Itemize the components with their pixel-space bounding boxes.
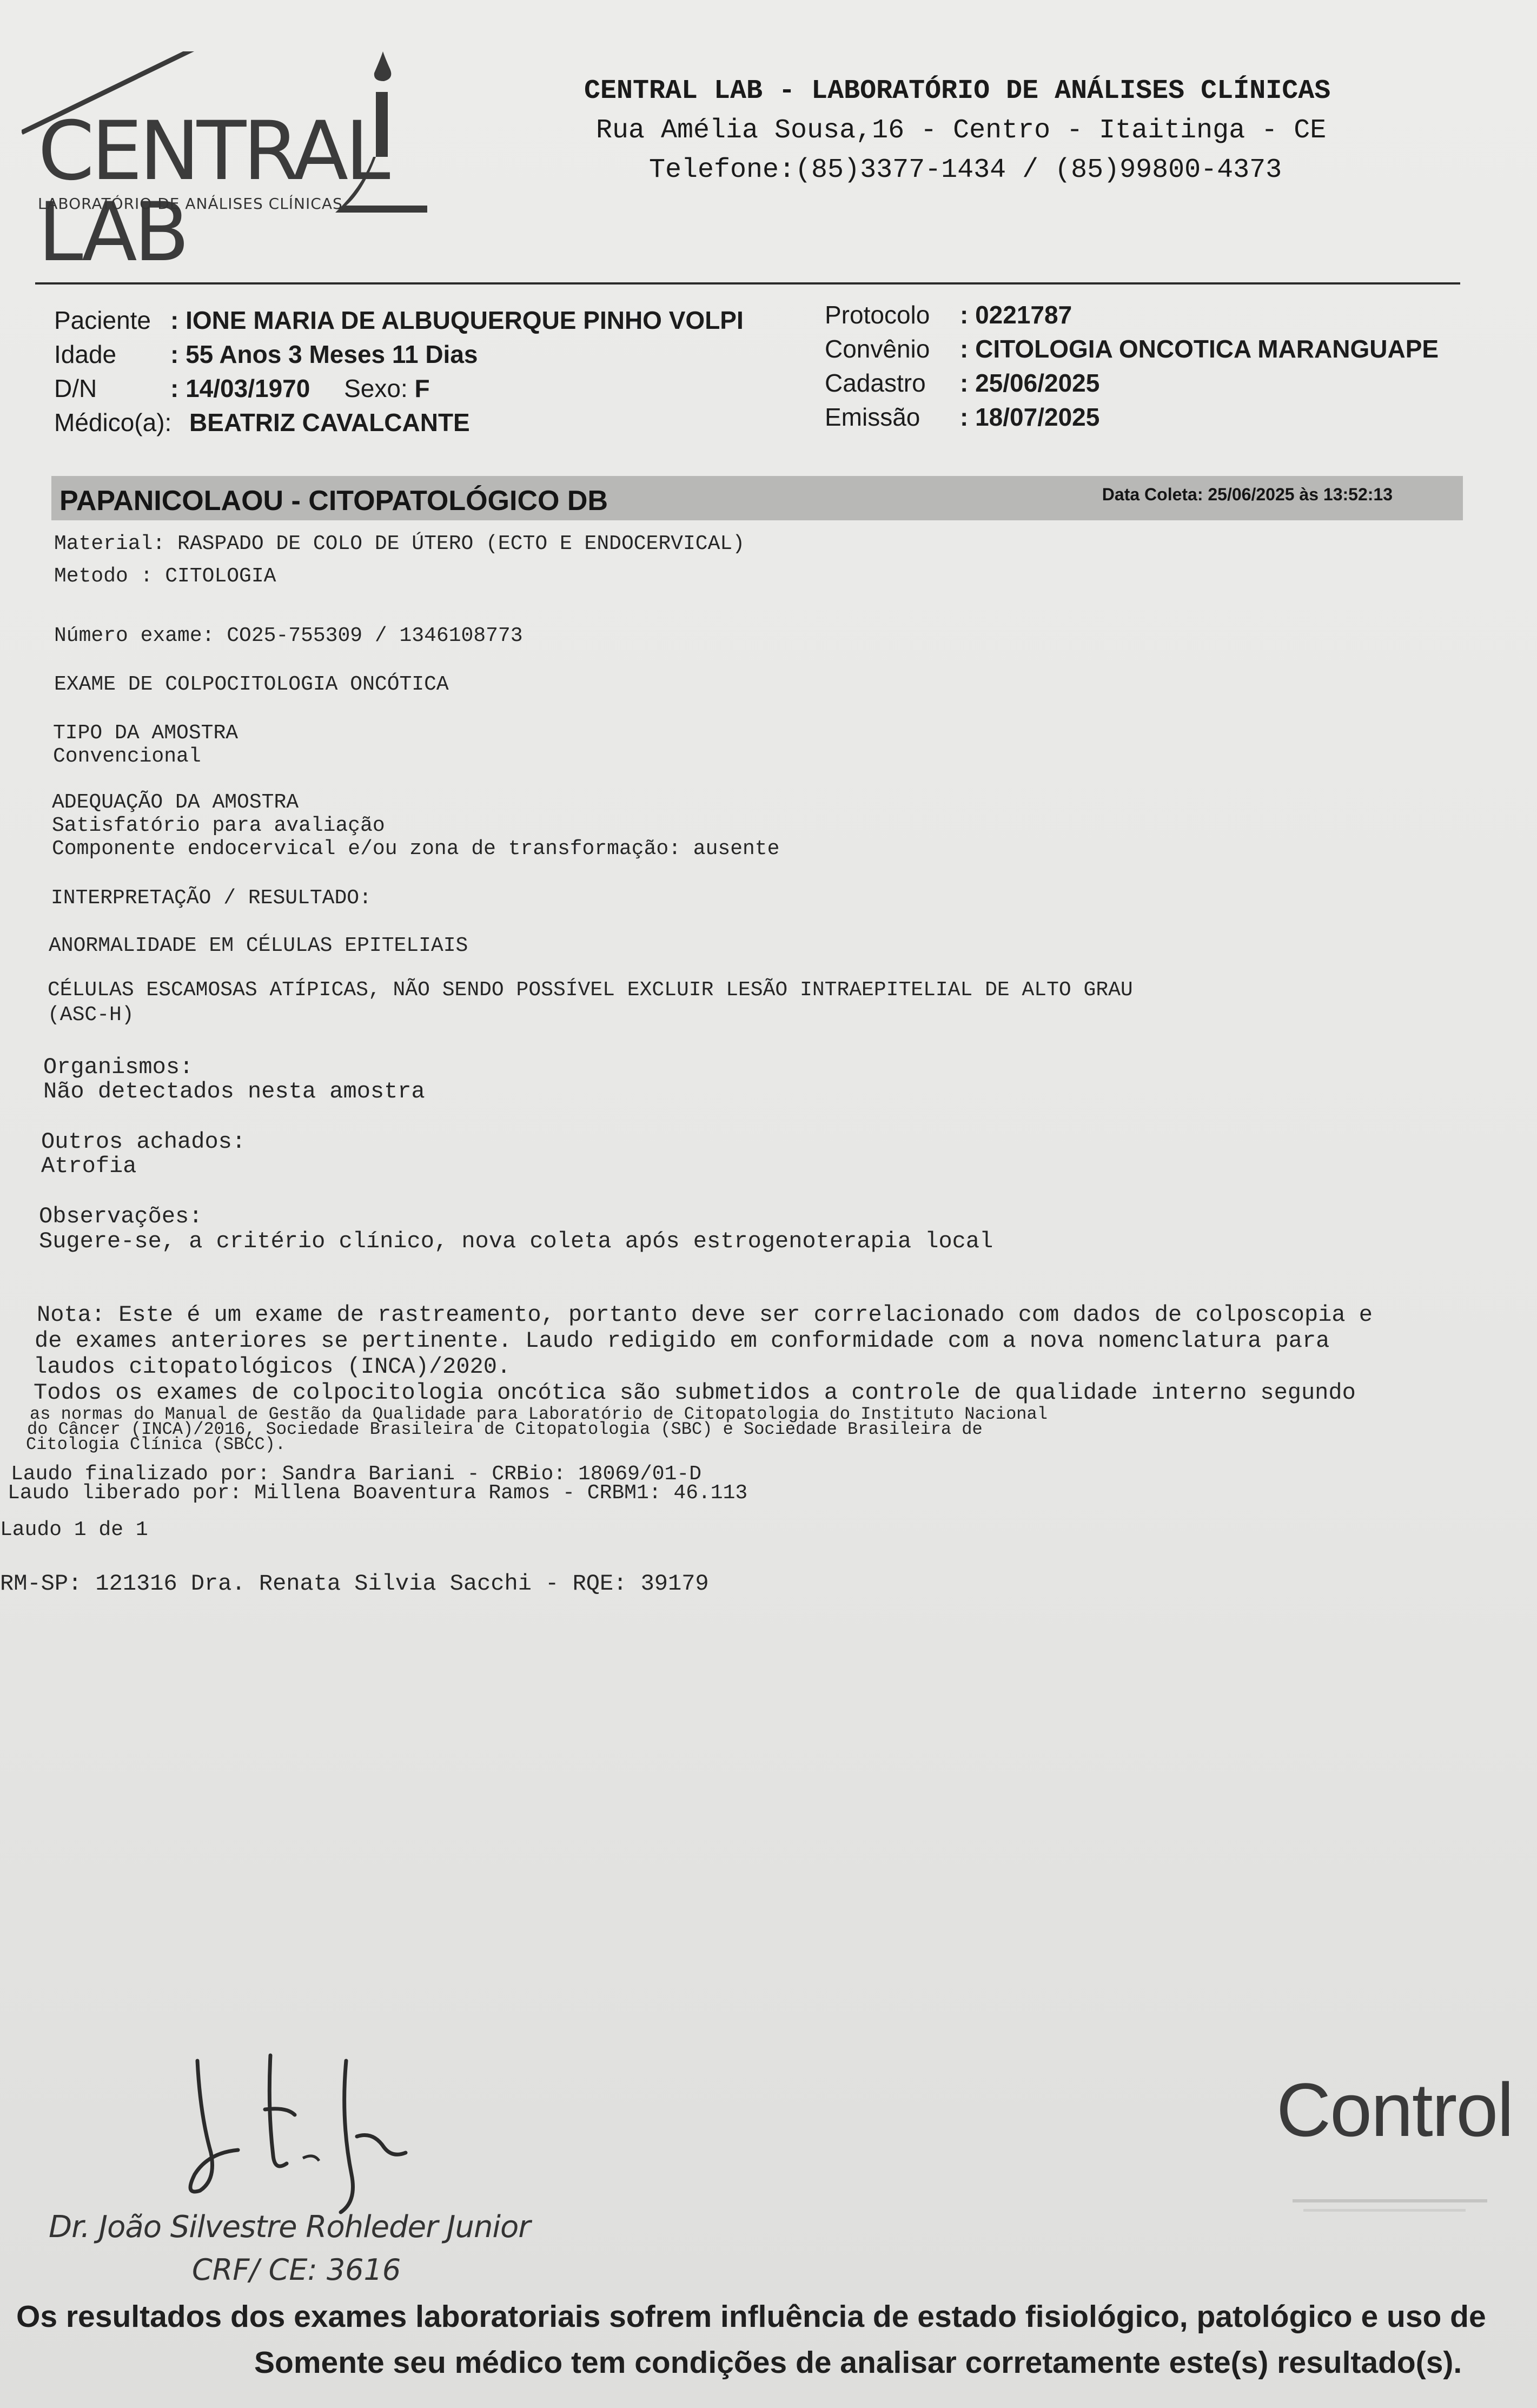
adequacao-2: Componente endocervical e/ou zona de tra… xyxy=(52,837,780,861)
sexo-value: F xyxy=(414,374,430,402)
central-lab-logo: CENTRAL LAB LABORATÓRIO DE ANÁLISES CLÍN… xyxy=(22,51,530,273)
lab-header-info: CENTRAL LAB - LABORATÓRIO DE ANÁLISES CL… xyxy=(584,76,1503,186)
nota-line-1: Nota: Este é um exame de rastreamento, p… xyxy=(37,1302,1373,1328)
nota-line-4: Todos os exames de colpocitologia oncóti… xyxy=(34,1380,1356,1406)
tipo-label: TIPO DA AMOSTRA xyxy=(53,722,239,745)
dn-label: D/N xyxy=(54,374,97,402)
emissao-value: : 18/07/2025 xyxy=(960,403,1100,431)
header-divider xyxy=(35,282,1460,285)
celulas-line-1: CÉLULAS ESCAMOSAS ATÍPICAS, NÃO SENDO PO… xyxy=(48,978,1133,1002)
interpretacao-label: INTERPRETAÇÃO / RESULTADO: xyxy=(51,887,372,910)
nota-line-2: de exames anteriores se pertinente. Laud… xyxy=(35,1328,1330,1354)
material-line: Material: RASPADO DE COLO DE ÚTERO (ECTO… xyxy=(54,532,745,555)
metodo-line: Metodo : CITOLOGIA xyxy=(54,565,276,588)
idade-label: Idade xyxy=(54,340,117,368)
exame-nome: EXAME DE COLPOCITOLOGIA ONCÓTICA xyxy=(54,673,449,696)
laudo-liberado: Laudo liberado por: Millena Boaventura R… xyxy=(8,1481,748,1505)
medico-value: BEATRIZ CAVALCANTE xyxy=(189,408,470,436)
sexo-label: Sexo: xyxy=(344,374,408,402)
nota-line-7: Citologia Clínica (SBCC). xyxy=(26,1434,286,1454)
signature-crf: CRF/ CE: 3616 xyxy=(192,2253,401,2287)
celulas-line-2: (ASC-H) xyxy=(48,1003,134,1027)
exam-title-band: PAPANICOLAOU - CITOPATOLÓGICO DB Data Co… xyxy=(51,476,1463,520)
lab-phone: Telefone:(85)3377-1434 / (85)99800-4373 xyxy=(649,155,1282,186)
outros-value: Atrofia xyxy=(41,1153,137,1179)
cadastro-label: Cadastro xyxy=(825,369,926,397)
control-logo: Control xyxy=(1276,2067,1514,2152)
data-coleta: Data Coleta: 25/06/2025 às 13:52:13 xyxy=(1102,485,1393,504)
numero-exame: Número exame: CO25-755309 / 1346108773 xyxy=(54,624,523,647)
disclaimer-line-1: Os resultados dos exames laboratoriais s… xyxy=(16,2299,1486,2334)
logo-subtitle: LABORATÓRIO DE ANÁLISES CLÍNICAS xyxy=(38,195,343,213)
nota-line-3: laudos citopatológicos (INCA)/2020. xyxy=(34,1354,511,1380)
observacoes-label: Observações: xyxy=(39,1203,203,1229)
paciente-value: : IONE MARIA DE ALBUQUERQUE PINHO VOLPI xyxy=(170,306,744,334)
emissao-label: Emissão xyxy=(825,403,920,431)
lab-address: Rua Amélia Sousa,16 - Centro - Itaitinga… xyxy=(596,115,1327,146)
report-page: CENTRAL LAB LABORATÓRIO DE ANÁLISES CLÍN… xyxy=(0,0,1537,2408)
control-logo-fineprint xyxy=(1293,2199,1487,2212)
dn-value: : 14/03/1970 xyxy=(170,374,310,402)
cadastro-value: : 25/06/2025 xyxy=(960,369,1100,397)
idade-value: : 55 Anos 3 Meses 11 Dias xyxy=(170,340,478,368)
observacoes-value: Sugere-se, a critério clínico, nova cole… xyxy=(39,1228,993,1254)
adequacao-1: Satisfatório para avaliação xyxy=(52,814,385,837)
laudo-pagina: Laudo 1 de 1 xyxy=(0,1518,148,1542)
logo-wordmark: CENTRAL LAB xyxy=(38,104,390,280)
exam-title: PAPANICOLAOU - CITOPATOLÓGICO DB xyxy=(59,485,608,517)
signature-name: Dr. João Silvestre Rohleder Junior xyxy=(49,2209,531,2245)
convenio-label: Convênio xyxy=(825,335,930,363)
lab-name: CENTRAL LAB - LABORATÓRIO DE ANÁLISES CL… xyxy=(584,76,1331,107)
crm-line: RM-SP: 121316 Dra. Renata Silvia Sacchi … xyxy=(0,1571,709,1597)
disclaimer-line-2: Somente seu médico tem condições de anal… xyxy=(254,2345,1462,2380)
convenio-value: : CITOLOGIA ONCOTICA MARANGUAPE xyxy=(960,335,1439,363)
paciente-label: Paciente xyxy=(54,306,151,334)
protocolo-label: Protocolo xyxy=(825,301,930,329)
outros-label: Outros achados: xyxy=(41,1129,246,1155)
protocolo-value: : 0221787 xyxy=(960,301,1072,329)
anormalidade: ANORMALIDADE EM CÉLULAS EPITELIAIS xyxy=(49,934,468,957)
organismos-value: Não detectados nesta amostra xyxy=(43,1079,425,1104)
adequacao-label: ADEQUAÇÃO DA AMOSTRA xyxy=(52,791,299,814)
tipo-value: Convencional xyxy=(53,745,201,768)
medico-label: Médico(a): xyxy=(54,408,172,436)
handwritten-signature xyxy=(188,2053,408,2214)
organismos-label: Organismos: xyxy=(43,1054,194,1080)
